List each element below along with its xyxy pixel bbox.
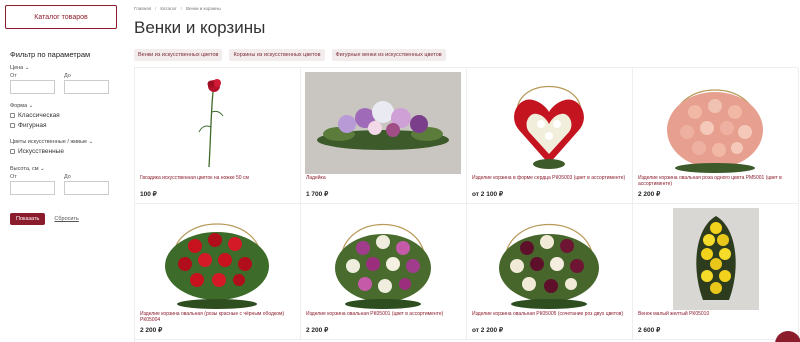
colors-label[interactable]: Цветы искусственные / живые ⌄ [10,139,122,145]
product-price: 2 200 ₽ [306,327,329,334]
yellow-wreath-image[interactable] [637,208,793,310]
product-price: 2 600 ₽ [638,327,661,334]
product-price: 2 200 ₽ [638,191,661,198]
price-from-input[interactable] [10,80,55,94]
height-to-input[interactable] [64,181,109,195]
carnation-image[interactable] [139,72,295,174]
category-chips: Венки из искусственных цветов Корзины из… [134,49,446,61]
product-card[interactable]: Изделие корзина овальная роза одного цве… [633,68,799,204]
option-label: Искусственные [18,148,64,155]
shape-label[interactable]: Форма ⌄ [10,103,122,109]
shape-option-figured[interactable]: Фигурная [10,122,122,129]
breadcrumb-separator: / [180,6,183,11]
product-name[interactable]: Изделие корзина овальная (розы красные с… [140,311,296,323]
product-card[interactable]: Изделие корзина овальная РК05005 (сочета… [467,204,633,340]
product-card[interactable]: Ладейка 1 700 ₽ [301,68,467,204]
chip-artificial-baskets[interactable]: Корзины из искусственных цветов [229,49,325,61]
option-label: Классическая [18,112,60,119]
page-title: Венки и корзины [134,18,266,37]
chip-artificial-wreaths[interactable]: Венки из искусственных цветов [134,49,223,61]
checkbox[interactable] [10,113,15,118]
red-roses-basket-image[interactable] [139,208,295,310]
price-to-input[interactable] [64,80,109,94]
mixed-roses-basket-image[interactable] [305,208,461,310]
product-card[interactable]: Изделие корзина овальная РК05001 (цвет в… [301,204,467,340]
product-price: 2 200 ₽ [140,327,163,334]
product-name[interactable]: Изделие корзина овальная РК05005 (сочета… [472,311,628,323]
burgundy-roses-basket-image[interactable] [471,208,627,310]
pink-roses-basket-image[interactable] [637,72,793,174]
shape-option-classic[interactable]: Классическая [10,112,122,119]
product-price: от 2 100 ₽ [472,191,504,198]
product-card[interactable]: Изделие корзина овальная (розы красные с… [135,204,301,340]
product-grid: Гвоздика искусственная цветок на ножке 5… [134,67,799,342]
product-price: 100 ₽ [140,191,157,198]
chip-figured-wreaths[interactable]: Фигурные венки из искусственных цветов [331,49,446,61]
filter-panel: Фильтр по параметрам Цена ⌄ От До Форма … [10,50,122,225]
product-card[interactable]: Венок малый желтый РК05010 2 600 ₽ [633,204,799,340]
product-card[interactable]: Гвоздика искусственная цветок на ножке 5… [135,68,301,204]
height-range: От До [10,174,122,195]
colors-option-artificial[interactable]: Искусственные [10,148,122,155]
product-name[interactable]: Гвоздика искусственная цветок на ножке 5… [140,175,296,187]
product-card[interactable]: Изделие корзина в форме сердца РК05003 (… [467,68,633,204]
height-label[interactable]: Высота, см ⌄ [10,166,122,172]
catalog-button[interactable]: Каталог товаров [5,5,117,29]
product-price: 1 700 ₽ [306,191,329,198]
price-range: От До [10,73,122,94]
breadcrumb: Главная / Каталог / Венки и корзины [134,6,221,11]
breadcrumb-current: Венки и корзины [186,6,221,11]
height-to-label: До [64,174,71,180]
reset-link[interactable]: Сбросить [54,216,78,222]
price-from-label: От [10,73,17,79]
product-name[interactable]: Венок малый желтый РК05010 [638,311,794,323]
product-price: от 2 200 ₽ [472,327,504,334]
checkbox[interactable] [10,123,15,128]
breadcrumb-catalog[interactable]: Каталог [160,6,176,11]
breadcrumb-separator: / [155,6,157,11]
boat-arrangement-image[interactable] [305,72,461,174]
price-to-label: До [64,73,71,79]
show-button[interactable]: Показать [10,213,46,225]
product-name[interactable]: Ладейка [306,175,462,187]
height-from-label: От [10,174,17,180]
checkbox[interactable] [10,149,15,154]
breadcrumb-home[interactable]: Главная [134,6,151,11]
filter-actions: Показать Сбросить [10,213,122,225]
heart-basket-image[interactable] [471,72,627,174]
price-label[interactable]: Цена ⌄ [10,65,122,71]
product-name[interactable]: Изделие корзина овальная роза одного цве… [638,175,794,187]
height-from-input[interactable] [10,181,55,195]
product-name[interactable]: Изделие корзина в форме сердца РК05003 (… [472,175,628,187]
option-label: Фигурная [18,122,47,129]
filter-title: Фильтр по параметрам [10,50,91,59]
product-name[interactable]: Изделие корзина овальная РК05001 (цвет в… [306,311,462,323]
